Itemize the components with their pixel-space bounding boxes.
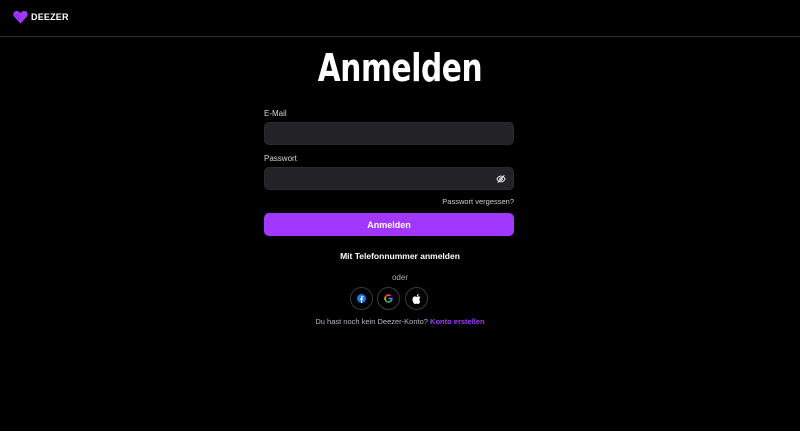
signup-question: Du hast noch kein Deezer-Konto? — [315, 317, 428, 326]
password-field-wrapper — [264, 167, 514, 190]
or-separator: oder — [391, 273, 408, 282]
create-account-link[interactable]: Konto erstellen — [430, 317, 485, 326]
page-title: Anmelden — [317, 46, 483, 90]
deezer-logo[interactable]: DEEZER — [13, 10, 69, 24]
deezer-heart-icon — [13, 10, 28, 24]
login-button[interactable]: Anmelden — [264, 213, 514, 236]
forgot-password-link[interactable]: Passwort vergessen? — [442, 197, 514, 206]
top-bar: DEEZER — [0, 0, 800, 37]
facebook-login-button[interactable] — [350, 287, 373, 310]
apple-icon — [412, 293, 421, 304]
email-field[interactable] — [265, 123, 513, 144]
email-label: E-Mail — [264, 109, 287, 118]
phone-login-link[interactable]: Mit Telefonnummer anmelden — [0, 251, 800, 261]
signup-prompt: Du hast noch kein Deezer-Konto? Konto er… — [0, 317, 800, 326]
email-field-wrapper — [264, 122, 514, 145]
google-login-button[interactable] — [377, 287, 400, 310]
brand-name: DEEZER — [31, 12, 69, 22]
eye-off-icon[interactable] — [496, 174, 506, 184]
password-field[interactable] — [265, 168, 513, 189]
password-label: Passwort — [264, 154, 297, 163]
apple-login-button[interactable] — [405, 287, 428, 310]
google-icon — [384, 294, 393, 303]
facebook-icon — [357, 294, 366, 303]
